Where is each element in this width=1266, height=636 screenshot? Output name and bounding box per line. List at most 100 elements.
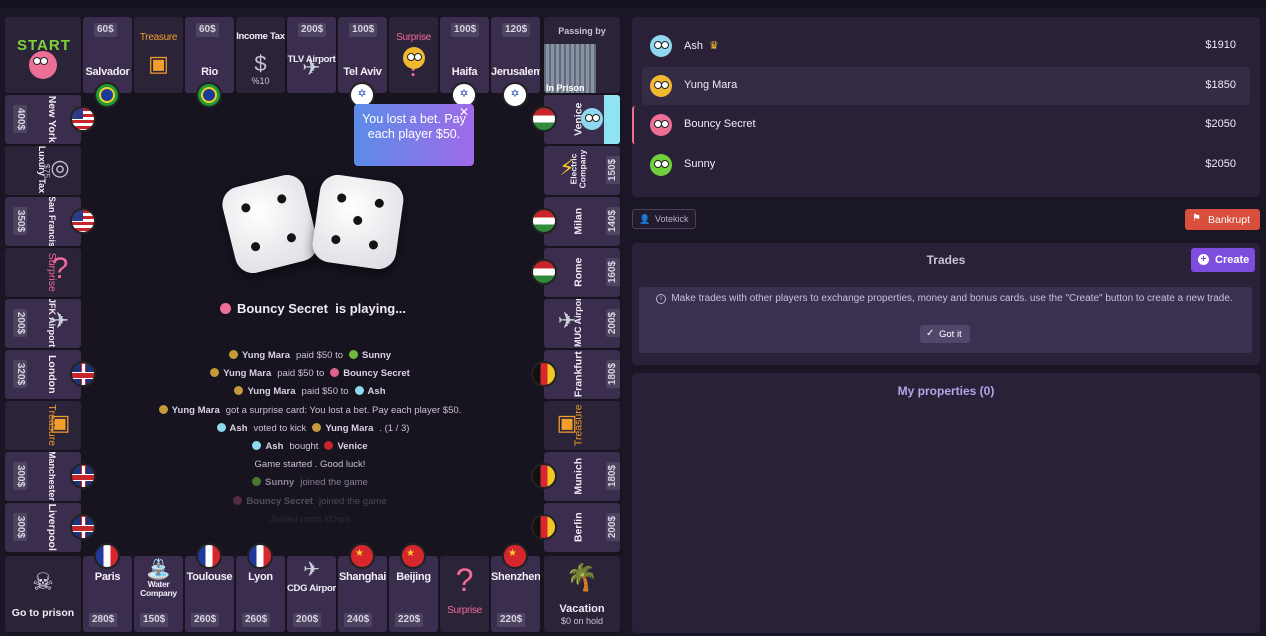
log-target: Venice xyxy=(337,441,368,452)
bankrupt-button[interactable]: ⚑ Bankrupt xyxy=(1185,209,1260,230)
cell-vacation[interactable]: 🌴 Vacation $0 on hold xyxy=(544,556,620,632)
log-actor: Yung Mara xyxy=(223,368,272,380)
price-label: 120$ xyxy=(502,23,531,37)
player-pawn-icon xyxy=(252,441,262,450)
log-text: Joined room kOqm xyxy=(269,513,351,525)
log-target: Ash xyxy=(367,386,386,398)
price-label: 100$ xyxy=(349,23,378,37)
log-text: got a surprise card: You lost a bet. Pay… xyxy=(225,404,462,416)
price-label: 220$ xyxy=(395,613,424,627)
log-entry: Yung Mara paid $50 to Sunny xyxy=(5,350,621,361)
die-1 xyxy=(218,171,322,277)
price-label: 150$ xyxy=(606,155,620,185)
price-label: 160$ xyxy=(606,257,620,287)
log-entry: Sunny joined the game xyxy=(5,477,621,488)
pawn-bouncy-icon xyxy=(650,114,672,136)
cell-name: Rome xyxy=(572,257,585,287)
player-pawn-icon xyxy=(216,422,226,432)
player-name: Sunny xyxy=(684,157,716,170)
cell-name: Rio xyxy=(201,66,218,78)
got-it-button[interactable]: ✓ Got it xyxy=(920,325,970,343)
flag-fr-icon xyxy=(196,543,222,569)
cell-name: CDG Airport xyxy=(287,583,336,594)
cell-water[interactable]: 150$ ⛲ Water Company xyxy=(134,556,183,632)
close-icon[interactable]: ✕ xyxy=(459,105,469,120)
player-pawn-icon xyxy=(228,350,238,359)
cell-luxury-tax[interactable]: Luxury Tax ◎ $75 xyxy=(5,146,81,195)
log-text: Game started . Good luck! xyxy=(254,459,366,471)
pawn-bouncy-secret xyxy=(29,51,57,79)
surprise-card-toast: You lost a bet. Pay each player $50. ✕ xyxy=(354,104,474,166)
log-text: paid $50 to xyxy=(296,350,344,361)
player-row-ash[interactable]: Ash ♛ $1910 xyxy=(642,27,1250,65)
player-money: $1850 xyxy=(1205,78,1236,91)
my-properties-title: My properties (0) xyxy=(897,384,995,398)
log-text: joined the game xyxy=(300,477,368,489)
cell-start[interactable]: START xyxy=(5,17,81,93)
log-entry: Yung Mara paid $50 to Ash xyxy=(5,386,621,397)
cell-name: Milan xyxy=(572,207,585,235)
price-label: 200$ xyxy=(298,23,327,37)
player-row-yung[interactable]: Yung Mara $1850 xyxy=(642,66,1250,105)
cell-prison[interactable]: Passing by In Prison xyxy=(544,17,620,93)
in-prison-label: In Prison xyxy=(546,83,585,93)
player-pawn-icon xyxy=(354,386,364,396)
cell-income-tax[interactable]: Income Tax $ %10 xyxy=(236,17,285,93)
player-name: Bouncy Secret xyxy=(684,118,756,130)
price-label: 280$ xyxy=(89,613,118,627)
player-row-bouncy[interactable]: Bouncy Secret $2050 xyxy=(632,106,1250,144)
cell-name: Shenzhen xyxy=(491,571,540,583)
check-icon: ✓ xyxy=(926,328,935,339)
cell-sub: $75 xyxy=(42,163,52,179)
cell-name: Beijing xyxy=(396,571,431,583)
player-pawn-icon xyxy=(252,477,262,487)
price-label: 260$ xyxy=(191,613,220,627)
log-actor: Yung Mara xyxy=(241,350,290,361)
cell-name: San Francisco xyxy=(47,197,57,246)
flag-icon: ⚑ xyxy=(1192,213,1201,224)
flag-fr-icon xyxy=(247,543,273,569)
cell-surprise-bottom[interactable]: ? Surprise xyxy=(440,556,489,632)
flag-hu-icon xyxy=(531,208,557,234)
price-label: 60$ xyxy=(196,23,219,37)
cell-name: Paris xyxy=(94,571,121,583)
player-row-sunny[interactable]: Sunny $2050 xyxy=(642,146,1250,184)
turn-status-suffix: is playing... xyxy=(335,301,407,316)
create-trade-label: Create xyxy=(1215,254,1250,266)
price-label: 60$ xyxy=(94,23,117,37)
cell-cdg[interactable]: 200$ ✈ CDG Airport xyxy=(287,556,336,632)
price-label: 400$ xyxy=(13,104,28,134)
votekick-button[interactable]: 👤 Votekick xyxy=(632,209,696,229)
player-money: $1910 xyxy=(1205,39,1236,51)
log-actor: Ash xyxy=(229,422,248,434)
cell-tlv[interactable]: 200$ ✈ TLV Airport xyxy=(287,17,336,93)
cell-name: Berlin xyxy=(572,512,585,543)
bankrupt-label: Bankrupt xyxy=(1208,214,1251,226)
flag-br-icon xyxy=(94,82,120,108)
flag-cn-icon xyxy=(502,543,528,569)
vacation-pot-label: $0 on hold xyxy=(560,616,604,626)
votekick-icon: 👤 xyxy=(639,214,651,224)
log-entry: Game started . Good luck! xyxy=(5,459,621,470)
cell-go-to-prison[interactable]: ☠ Go to prison xyxy=(5,556,81,632)
player-name: Yung Mara xyxy=(684,78,738,91)
log-target: Bouncy Secret xyxy=(343,368,410,380)
price-label: 260$ xyxy=(242,613,271,627)
cell-electric[interactable]: 150$ Electric Company ⚡ xyxy=(544,146,620,195)
log-entry: Yung Mara paid $50 to Bouncy Secret xyxy=(5,368,621,379)
game-board: START 60$ Salvador Treasure ▣ 60$ Rio Income Ta… xyxy=(5,17,621,633)
player-pawn-icon xyxy=(330,368,340,378)
price-label: 150$ xyxy=(140,613,169,627)
cell-surprise-left[interactable]: Surprise? xyxy=(5,248,81,297)
trades-info-text: Make trades with other players to exchan… xyxy=(671,293,1233,304)
log-entry: Yung Mara got a surprise card: You lost a… xyxy=(5,404,621,416)
flag-us-icon xyxy=(70,106,96,132)
treasure-chest-icon: ▣ xyxy=(148,51,169,76)
create-trade-button[interactable]: + Create xyxy=(1191,248,1255,272)
trades-info-box: i Make trades with other players to exch… xyxy=(639,287,1252,353)
price-label: 220$ xyxy=(497,613,526,627)
current-player-name: Bouncy Secret xyxy=(236,301,328,316)
log-text: paid $50 to xyxy=(277,368,325,380)
game-screen: START 60$ Salvador Treasure ▣ 60$ Rio Income Ta… xyxy=(0,0,1266,636)
cell-treasure-top[interactable]: Treasure ▣ xyxy=(134,17,183,93)
